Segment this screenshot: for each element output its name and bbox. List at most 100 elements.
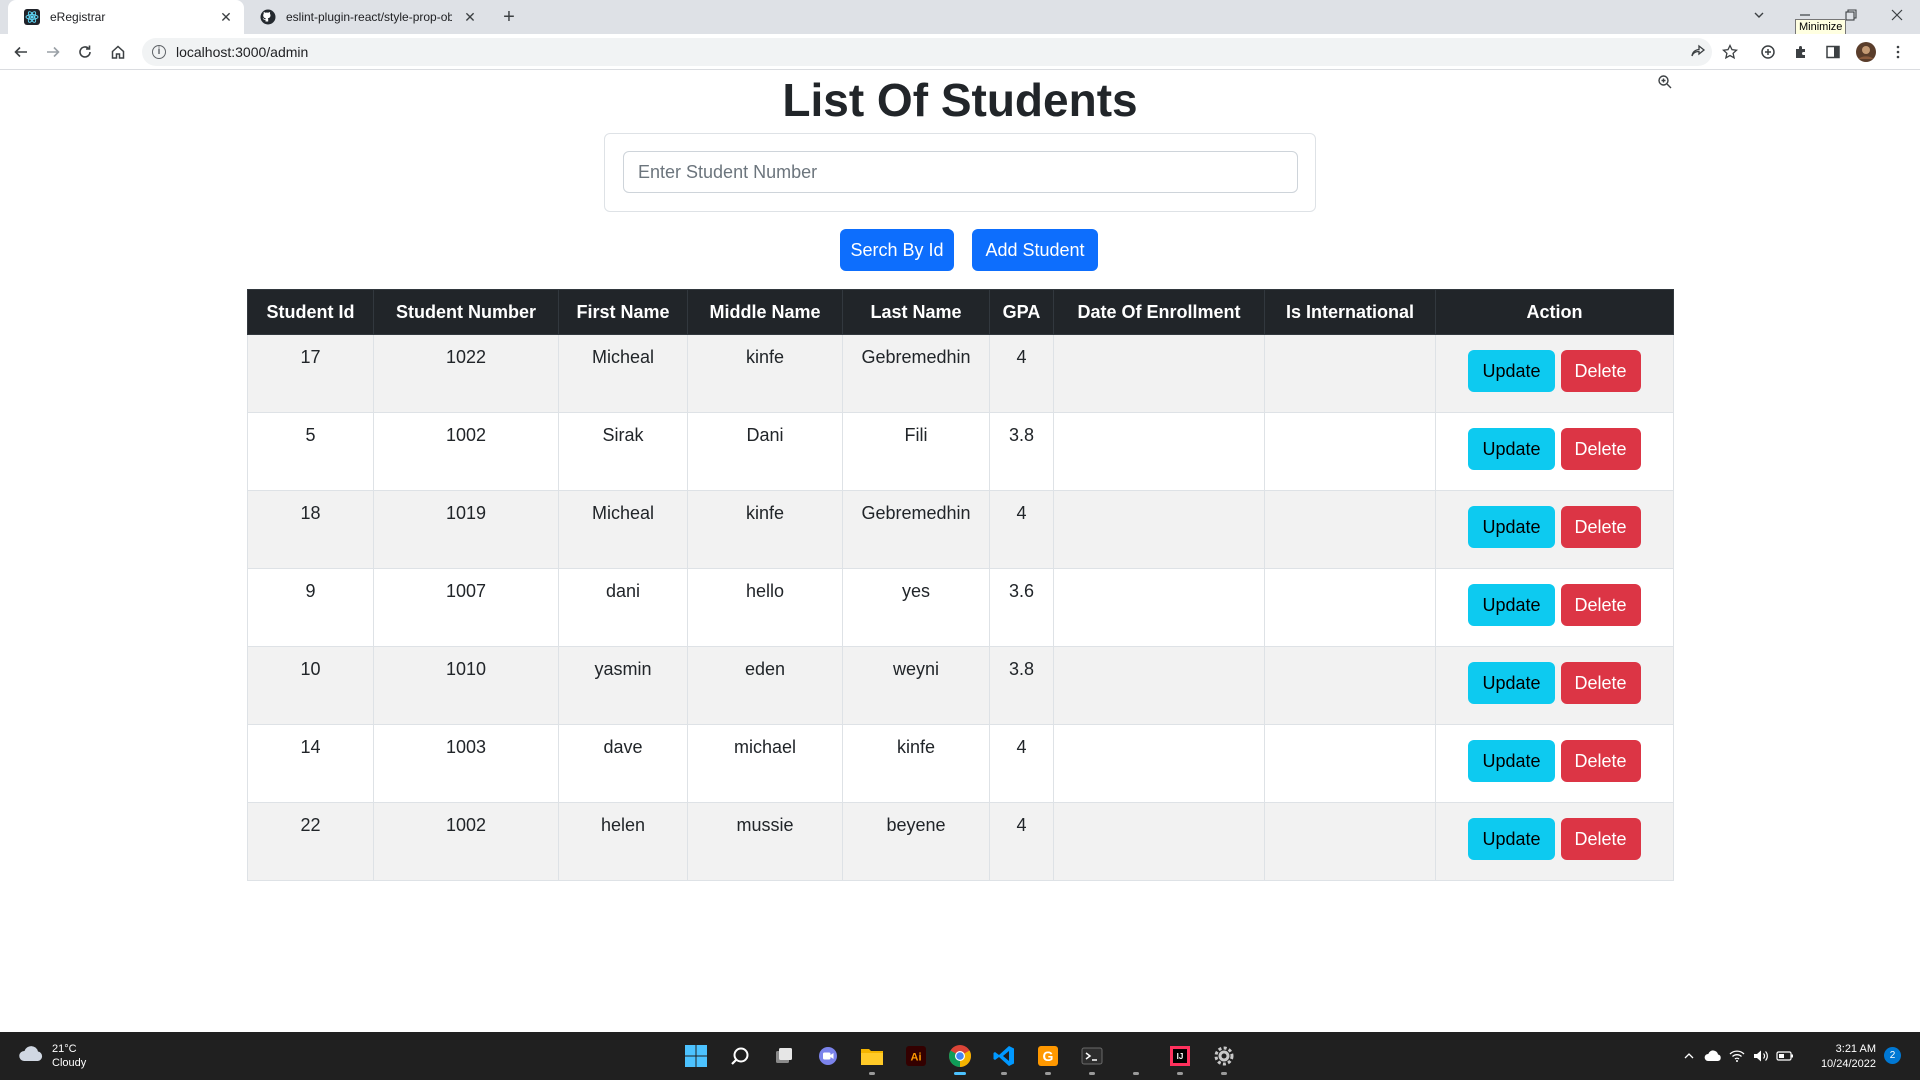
- terminal-icon[interactable]: [1076, 1040, 1108, 1075]
- cell-student-number: 1010: [373, 646, 559, 725]
- delete-button[interactable]: Delete: [1560, 584, 1641, 626]
- file-explorer-icon[interactable]: [856, 1040, 888, 1075]
- cell-is-international: [1264, 802, 1436, 881]
- delete-button[interactable]: Delete: [1560, 350, 1641, 392]
- cell-middle-name: Dani: [687, 412, 843, 491]
- share-icon[interactable]: [1687, 41, 1709, 63]
- volume-icon[interactable]: [1751, 1046, 1771, 1066]
- cell-student-number: 1019: [373, 490, 559, 569]
- weather-widget[interactable]: 21°C Cloudy: [18, 1042, 86, 1070]
- tab-title: eRegistrar: [50, 10, 106, 24]
- search-by-id-button[interactable]: Serch By Id: [840, 229, 954, 271]
- header-is-international: Is International: [1264, 289, 1436, 335]
- cell-date-of-enrollment: [1053, 412, 1265, 491]
- cell-first-name: Sirak: [558, 412, 688, 491]
- clock-time: 3:21 AM: [1835, 1043, 1876, 1055]
- close-tab-icon[interactable]: ✕: [218, 9, 234, 25]
- cell-date-of-enrollment: [1053, 724, 1265, 803]
- browser-toolbar: i localhost:3000/admin: [0, 34, 1920, 89]
- search-icon[interactable]: [724, 1040, 756, 1072]
- cell-first-name: yasmin: [558, 646, 688, 725]
- cell-student-number: 1002: [373, 802, 559, 881]
- cell-action: Update Delete: [1435, 412, 1674, 491]
- illustrator-icon[interactable]: Ai: [900, 1040, 932, 1072]
- header-gpa: GPA: [989, 289, 1054, 335]
- update-button[interactable]: Update: [1468, 506, 1555, 548]
- delete-button[interactable]: Delete: [1560, 662, 1641, 704]
- delete-button[interactable]: Delete: [1560, 740, 1641, 782]
- cell-last-name: yes: [842, 568, 990, 647]
- table-row: 5 1002 Sirak Dani Fili 3.8 Update Delete: [247, 412, 1674, 491]
- task-view-icon[interactable]: [768, 1040, 800, 1072]
- tab-search-icon[interactable]: [1736, 0, 1782, 30]
- update-button[interactable]: Update: [1468, 740, 1555, 782]
- cell-student-number: 1003: [373, 724, 559, 803]
- tab-eslint-plugin[interactable]: eslint-plugin-react/style-prop-ob ✕: [244, 0, 488, 34]
- cell-middle-name: mussie: [687, 802, 843, 881]
- cell-middle-name: michael: [687, 724, 843, 803]
- blank-app-icon[interactable]: [1120, 1040, 1152, 1075]
- cell-first-name: Micheal: [558, 334, 688, 413]
- react-icon: [24, 9, 40, 25]
- cell-is-international: [1264, 646, 1436, 725]
- table-row: 9 1007 dani hello yes 3.6 Update Delete: [247, 568, 1674, 647]
- forward-arrow-icon[interactable]: [41, 40, 65, 64]
- svg-text:Ai: Ai: [911, 1052, 922, 1064]
- extensions-puzzle-icon[interactable]: [1790, 41, 1812, 63]
- close-window-button[interactable]: [1874, 0, 1920, 30]
- cell-gpa: 4: [989, 724, 1054, 803]
- sublime-text-icon[interactable]: G: [1032, 1040, 1064, 1075]
- wifi-icon[interactable]: [1727, 1046, 1747, 1066]
- cell-last-name: Gebremedhin: [842, 490, 990, 569]
- cell-student-id: 9: [247, 568, 374, 647]
- cell-gpa: 3.6: [989, 568, 1054, 647]
- header-middle-name: Middle Name: [687, 289, 843, 335]
- chevron-up-icon[interactable]: [1679, 1046, 1699, 1066]
- cell-student-id: 18: [247, 490, 374, 569]
- profile-avatar[interactable]: [1855, 41, 1877, 63]
- cell-student-id: 5: [247, 412, 374, 491]
- update-button[interactable]: Update: [1468, 662, 1555, 704]
- onedrive-cloud-icon[interactable]: [1703, 1046, 1723, 1066]
- cell-student-id: 14: [247, 724, 374, 803]
- intellij-icon[interactable]: IJ: [1164, 1040, 1196, 1075]
- add-student-button[interactable]: Add Student: [972, 229, 1098, 271]
- cell-date-of-enrollment: [1053, 334, 1265, 413]
- header-student-number: Student Number: [373, 289, 559, 335]
- cell-date-of-enrollment: [1053, 568, 1265, 647]
- update-button[interactable]: Update: [1468, 428, 1555, 470]
- extension-sync-icon[interactable]: [1757, 41, 1779, 63]
- new-tab-button[interactable]: +: [498, 7, 520, 29]
- battery-icon[interactable]: [1775, 1046, 1795, 1066]
- svg-text:IJ: IJ: [1177, 1052, 1184, 1061]
- cell-first-name: Micheal: [558, 490, 688, 569]
- delete-button[interactable]: Delete: [1560, 818, 1641, 860]
- cell-last-name: kinfe: [842, 724, 990, 803]
- bookmark-star-icon[interactable]: [1719, 41, 1741, 63]
- delete-button[interactable]: Delete: [1560, 428, 1641, 470]
- back-arrow-icon[interactable]: [9, 40, 33, 64]
- start-icon[interactable]: [680, 1040, 712, 1072]
- system-clock[interactable]: 3:21 AM 10/24/2022: [1800, 1042, 1876, 1072]
- delete-button[interactable]: Delete: [1560, 506, 1641, 548]
- update-button[interactable]: Update: [1468, 350, 1555, 392]
- site-info-icon[interactable]: i: [152, 45, 166, 59]
- close-tab-icon[interactable]: ✕: [462, 9, 478, 25]
- notification-badge[interactable]: 2: [1884, 1047, 1901, 1064]
- chrome-icon[interactable]: [944, 1040, 976, 1075]
- teams-chat-icon[interactable]: [812, 1040, 844, 1072]
- browser-menu-icon[interactable]: [1887, 41, 1909, 63]
- vscode-icon[interactable]: [988, 1040, 1020, 1075]
- home-icon[interactable]: [106, 40, 130, 64]
- settings-gear-icon[interactable]: [1208, 1040, 1240, 1075]
- update-button[interactable]: Update: [1468, 584, 1555, 626]
- student-number-input[interactable]: [623, 151, 1298, 193]
- tab-eregistrar[interactable]: eRegistrar ✕: [8, 0, 244, 34]
- side-panel-icon[interactable]: [1822, 41, 1844, 63]
- cell-last-name: Gebremedhin: [842, 334, 990, 413]
- cell-student-id: 17: [247, 334, 374, 413]
- address-bar[interactable]: i localhost:3000/admin: [142, 38, 1712, 66]
- cell-gpa: 4: [989, 334, 1054, 413]
- update-button[interactable]: Update: [1468, 818, 1555, 860]
- reload-icon[interactable]: [73, 40, 97, 64]
